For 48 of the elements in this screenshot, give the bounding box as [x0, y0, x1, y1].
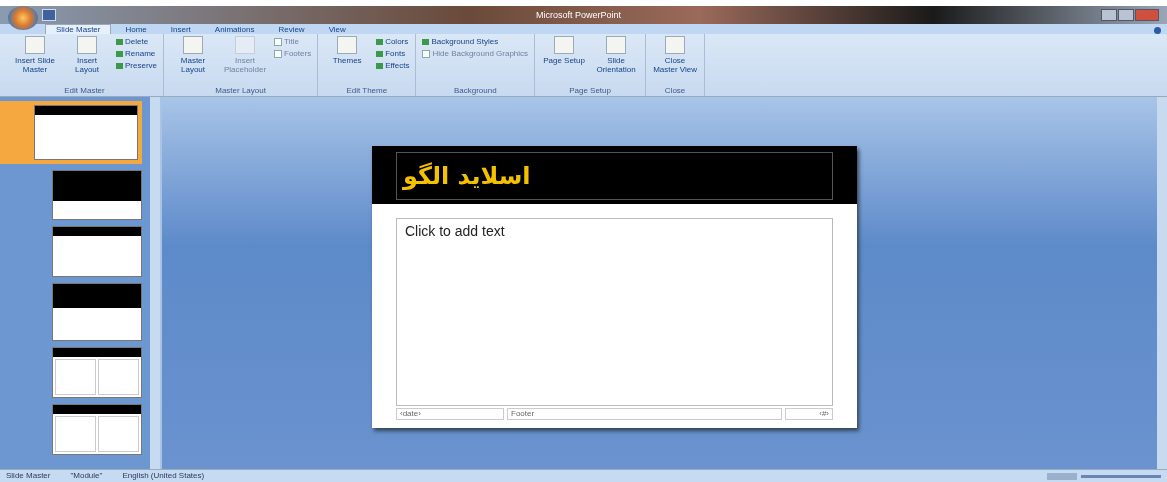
slide-thumbnail[interactable] — [52, 347, 142, 398]
group-label: Background — [452, 86, 498, 96]
slide-thumbnail[interactable] — [52, 226, 142, 277]
ribbon-button[interactable]: Close Master View — [652, 36, 699, 86]
minimize-button[interactable] — [1101, 9, 1117, 21]
ribbon-button[interactable]: Delete — [116, 37, 157, 47]
scrollbar[interactable] — [150, 97, 160, 469]
ribbon-button[interactable]: Preserve — [116, 61, 157, 71]
scrollbar[interactable] — [1157, 97, 1167, 469]
footer-placeholder[interactable]: ‹#› — [785, 408, 833, 420]
status-text: English (United States) — [122, 471, 205, 481]
ribbon-tab[interactable]: View — [318, 25, 356, 34]
ribbon-button[interactable]: Effects — [376, 61, 410, 71]
ribbon-button[interactable]: Page Setup — [541, 36, 588, 86]
title-placeholder[interactable]: اسلاید الگو — [396, 152, 833, 200]
ribbon-button[interactable]: Rename — [116, 49, 157, 59]
maximize-button[interactable] — [1118, 9, 1134, 21]
footer-placeholder[interactable]: ‹date› — [396, 408, 504, 420]
slide-thumbnail[interactable] — [52, 170, 142, 220]
status-text: "Module" — [70, 471, 103, 481]
slide-thumbnail[interactable] — [0, 101, 142, 164]
group-label: Close — [663, 86, 687, 96]
ribbon-button[interactable]: Colors — [376, 37, 410, 47]
office-button[interactable] — [8, 6, 38, 30]
ribbon-button[interactable]: Background Styles — [422, 37, 529, 47]
footer-placeholder[interactable]: Footer — [507, 408, 782, 420]
slide-icon — [235, 36, 255, 54]
ribbon-tab[interactable]: Animations — [204, 25, 265, 34]
save-icon[interactable] — [42, 9, 56, 21]
slide-thumbnail[interactable] — [52, 404, 142, 455]
ribbon-button[interactable]: Slide Orientation — [593, 36, 640, 86]
ribbon-button[interactable]: Insert Slide Master — [12, 36, 58, 86]
help-icon[interactable] — [1154, 27, 1161, 34]
ribbon-button[interactable]: Master Layout — [170, 36, 216, 86]
ribbon-button[interactable]: Themes — [324, 36, 371, 86]
group-label: Edit Theme — [345, 86, 389, 96]
ribbon-tab[interactable]: Insert — [160, 25, 201, 34]
group-label: Page Setup — [568, 86, 612, 96]
ribbon-tab[interactable]: Home — [115, 25, 157, 34]
group-label: Master Layout — [214, 86, 267, 96]
ribbon-button[interactable]: Insert Layout — [64, 36, 110, 86]
text-placeholder[interactable]: Click to add text — [396, 218, 833, 406]
ribbon-tab[interactable]: Review — [268, 25, 315, 34]
status-text: Slide Master — [6, 471, 51, 481]
window-title: Microsoft PowerPoint — [535, 10, 622, 20]
group-label: Edit Master — [63, 86, 106, 96]
ribbon-button[interactable]: Fonts — [376, 49, 410, 59]
slide-thumbnail[interactable] — [52, 283, 142, 341]
